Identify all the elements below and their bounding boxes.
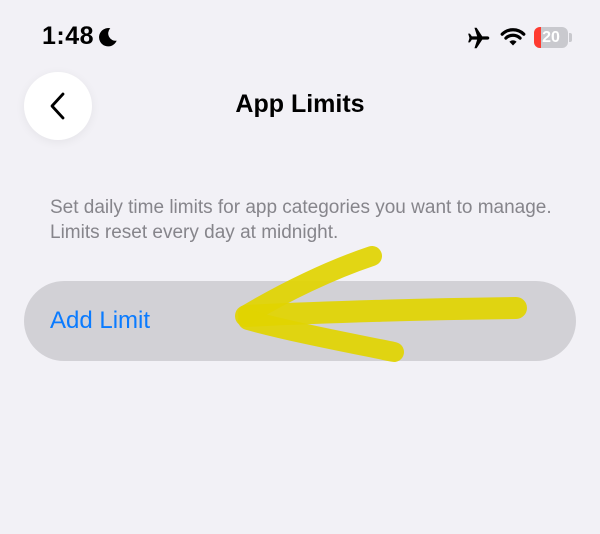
battery-level: 20 bbox=[542, 29, 560, 46]
description-text: Set daily time limits for app categories… bbox=[50, 197, 552, 243]
wifi-icon bbox=[500, 28, 526, 46]
status-time: 1:48 bbox=[42, 22, 95, 50]
add-limit-label: Add Limit bbox=[50, 307, 151, 334]
battery-icon: 20 bbox=[534, 27, 568, 48]
arrow-annotation bbox=[235, 246, 527, 362]
status-bar: 1:48 20 bbox=[0, 0, 600, 70]
moon-icon bbox=[99, 28, 117, 47]
battery-nub bbox=[569, 33, 572, 42]
add-limit-button[interactable]: Add Limit bbox=[24, 281, 576, 361]
page-title: App Limits bbox=[235, 90, 365, 118]
airplane-icon bbox=[468, 27, 490, 49]
